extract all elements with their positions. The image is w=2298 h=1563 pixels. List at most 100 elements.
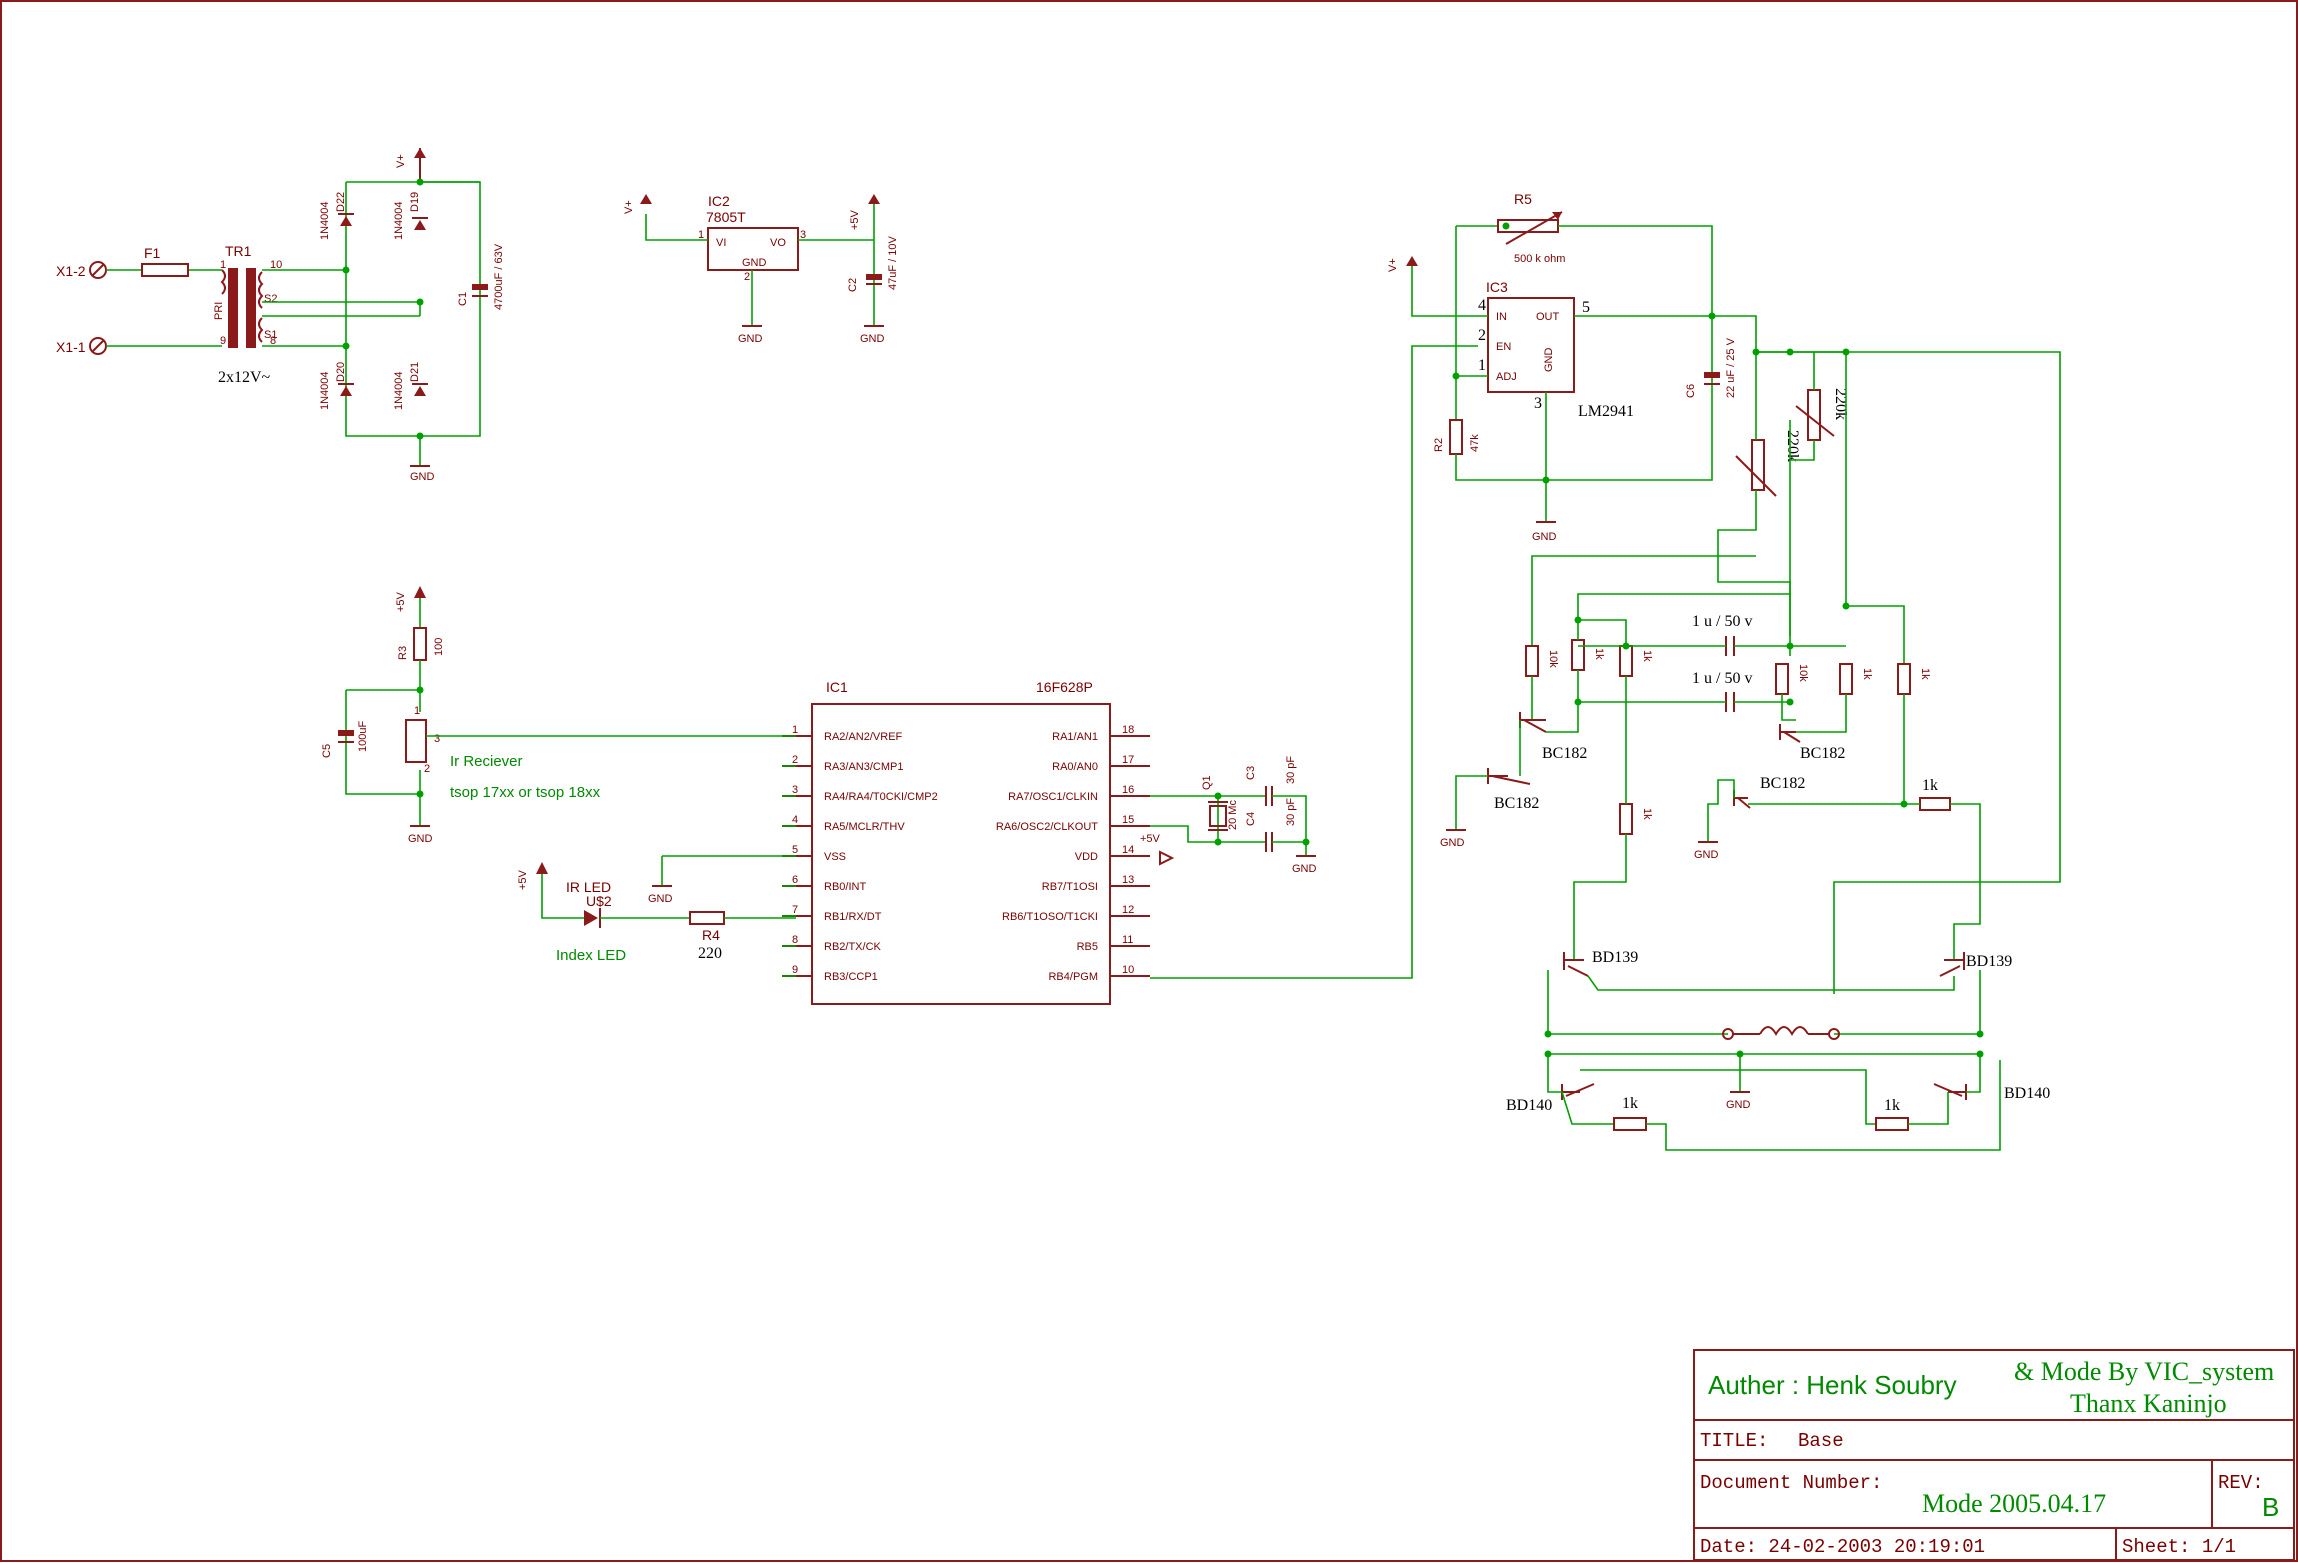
ic3-pin-in: IN: [1496, 311, 1507, 323]
mcu-pin-name: RA1/AN1: [1052, 731, 1098, 743]
mcu-pin-number: 7: [792, 904, 798, 916]
transistor-bd139-left: [1563, 952, 1589, 977]
mcu-body: [811, 703, 1111, 1005]
diode-ref-d19: D19: [409, 192, 421, 212]
mcu-pin-name: RA4/RA4/T0CKI/CMP2: [824, 791, 938, 803]
wire-junction: [1842, 602, 1850, 610]
bd140-left-label: BD140: [1506, 1097, 1552, 1114]
resistor-1k-g: [1613, 1117, 1647, 1131]
led-section: +5V IR LED U$2 Index LED R4 220 GND: [517, 855, 796, 964]
diode-ref-d21: D21: [409, 362, 421, 382]
rev-value: B: [2262, 1492, 2279, 1522]
c2-gnd-label: GND: [860, 333, 885, 345]
ir-receiver-note: tsop 17xx or tsop 18xx: [450, 784, 601, 801]
mcu-pin-number: 4: [792, 814, 798, 826]
wire-junction: [1542, 476, 1550, 484]
c5-label: C5: [321, 744, 333, 758]
c2-label: C2: [847, 278, 859, 292]
wire-junction: [1574, 616, 1582, 624]
mcu-pin-name: RA6/OSC2/CLKOUT: [996, 821, 1098, 833]
ic2-5v-label: +5V: [849, 209, 861, 230]
resistor-1k-a: [1571, 639, 1585, 671]
wire-junction: [342, 266, 350, 274]
c3-label: C3: [1245, 766, 1257, 780]
ir-receiver-label: Ir Reciever: [450, 753, 523, 770]
c3-value: 30 pF: [1285, 756, 1297, 784]
ir-pin-3: 3: [434, 733, 440, 745]
mcu-vdd-5v-label: +5V: [1140, 833, 1161, 845]
r1k-e-value: 1k: [1641, 808, 1653, 820]
bc182-d-label: BC182: [1760, 775, 1805, 792]
c4-value: 30 pF: [1285, 798, 1297, 826]
diode-ref-d22: D22: [335, 192, 347, 212]
ic2-vplus-arrow-icon: [640, 194, 652, 204]
diode-type-d20: 1N4004: [319, 371, 331, 410]
ic3-pinnum-3: 3: [1534, 395, 1542, 412]
ic2-pin-vi: VI: [716, 237, 726, 249]
resistor-1k-b: [1619, 645, 1633, 677]
mcu-section: IC1 16F628P 1 RA2/AN2/VREF 2 RA3/AN3/CMP1 3 R…: [782, 345, 1478, 1005]
transistor-bd139-right: [1939, 952, 1965, 977]
wire-junction: [1452, 372, 1460, 380]
r10k-right-value: 10k: [1797, 664, 1809, 682]
c1-label: C1: [457, 292, 469, 306]
bc182-c-label: BC182: [1800, 745, 1845, 762]
title-author: Auther : Henk Soubry: [1708, 1370, 1957, 1400]
mcu-pin-number: 18: [1122, 724, 1134, 736]
ic3-pin-out: OUT: [1536, 311, 1560, 323]
ic3-vplus-arrow-icon: [1406, 256, 1418, 266]
r4-value: 220: [698, 945, 722, 962]
resistor-r4: [689, 911, 725, 925]
capacitor-c6: [1704, 372, 1720, 378]
ic3-pinnum-4: 4: [1478, 297, 1486, 314]
mcu-pin-number: 9: [792, 964, 798, 976]
ir-5v-label: +5V: [395, 591, 407, 612]
connector-label-x1-1: X1-1: [56, 339, 86, 355]
r1k-g-value: 1k: [1622, 1095, 1638, 1112]
date-text: Date: 24-02-2003 20:19:01: [1700, 1536, 1985, 1558]
tr-s1-label: S1: [264, 329, 277, 341]
transistor-bc182-c: [1779, 724, 1801, 743]
mcu-pin-number: 5: [792, 844, 798, 856]
mcu-pin-number: 11: [1122, 934, 1133, 946]
resistor-r3: [413, 627, 427, 661]
transistor-bc182-a: [1519, 712, 1547, 733]
crystal-section: Q1 20 Mc C3 30 pF C4 30 pF GND: [1150, 756, 1317, 875]
wire-junction: [416, 298, 424, 306]
mcu-pin-name: RB2/TX/CK: [824, 941, 882, 953]
transformer-rating: 2x12V~: [218, 369, 271, 386]
mcu-pin-number: 14: [1122, 844, 1134, 856]
driver-section: 220k 220k 10k 1k 1k 10k 1k 1k 1k 1k 1 u …: [342, 178, 2061, 1151]
diode-type-d22: 1N4004: [319, 201, 331, 240]
tr-s2-label: S2: [264, 293, 277, 305]
resistor-1k-f: [1919, 797, 1951, 811]
wire-junction: [416, 790, 424, 798]
r2-value: 47k: [1469, 434, 1481, 452]
lm2941-section: IC3 LM2941 IN EN ADJ OUT GND 4 2 1 5 3 V…: [1387, 191, 1737, 543]
rev-label: REV:: [2218, 1472, 2264, 1494]
mcu-pin-name: RA3/AN3/CMP1: [824, 761, 903, 773]
fuse-label: F1: [144, 245, 161, 261]
mcu-pin-name: RB1/RX/DT: [824, 911, 882, 923]
mcu-pin-name: RA0/AN0: [1052, 761, 1098, 773]
title-thanks: Thanx Kaninjo: [2070, 1389, 2227, 1418]
ic3-ref: IC3: [1486, 279, 1508, 295]
wire-junction: [1786, 348, 1794, 356]
mcu-pin-number: 1: [792, 724, 798, 736]
r5-label: R5: [1514, 191, 1532, 207]
ir-gnd-label: GND: [408, 833, 433, 845]
ir-receiver-section: +5V R3 100 1 3 2 C5 100uF Ir Reciever ts…: [321, 586, 796, 845]
resistor-10k-left: [1525, 645, 1539, 677]
wire-junction: [1786, 698, 1794, 706]
ic2-5v-arrow-icon: [868, 194, 880, 204]
title-block: Auther : Henk Soubry & Mode By VIC_syste…: [1693, 1349, 2295, 1561]
tr-pri-label: PRI: [213, 302, 225, 320]
mcu-pin-name: RA2/AN2/VREF: [824, 731, 903, 743]
r1k-a-value: 1k: [1593, 648, 1605, 660]
r1k-d-value: 1k: [1919, 668, 1931, 680]
wire-junction: [1976, 1030, 1984, 1038]
diode-d19: [412, 217, 428, 230]
mcu-pin-name: RB0/INT: [824, 881, 866, 893]
capacitor-c1: [472, 284, 488, 290]
transformer-tr1: [220, 268, 264, 348]
